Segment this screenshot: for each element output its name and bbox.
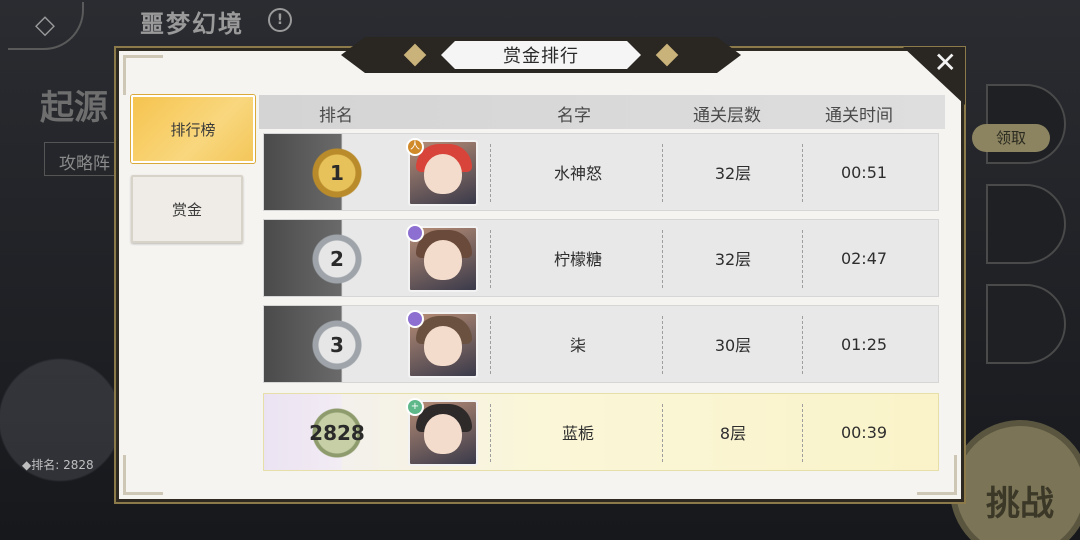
avatar[interactable]: + (406, 398, 478, 466)
side-tab-3[interactable] (986, 284, 1066, 364)
divider (662, 404, 663, 462)
rank-number: 2 (330, 247, 344, 271)
divider (662, 316, 663, 374)
divider (802, 144, 803, 202)
floors-cleared: 32层 (714, 250, 752, 269)
side-tab-2[interactable] (986, 184, 1066, 264)
avatar-face (424, 240, 462, 280)
rank-row[interactable]: 1 人 水神怒 32层 00:51 (263, 133, 939, 211)
diamond-icon (403, 43, 427, 67)
rank-badge-icon: 2828 (306, 402, 368, 464)
player-name: 蓝栀 (561, 424, 594, 443)
header-name: 名字 (557, 106, 591, 126)
challenge-button[interactable]: 挑战 (950, 420, 1080, 540)
divider (490, 404, 491, 462)
floors-cleared: 8层 (719, 424, 747, 443)
player-name: 水神怒 (553, 164, 602, 183)
avatar[interactable] (406, 310, 478, 378)
floors-cleared: 32层 (714, 164, 752, 183)
divider (662, 230, 663, 288)
back-arrow-icon: ◇ (35, 10, 55, 40)
back-button[interactable]: ◇ (8, 2, 84, 50)
divider (802, 404, 803, 462)
diamond-icon (655, 43, 679, 67)
divider (802, 230, 803, 288)
tab-leaderboard[interactable]: 排行榜 (131, 95, 255, 163)
stage-title: 噩梦幻境 (140, 10, 244, 38)
player-name: 柒 (569, 336, 586, 355)
rank-row[interactable]: 2 柠檬糖 32层 02:47 (263, 219, 939, 297)
header-floors: 通关层数 (693, 106, 761, 126)
floors-cleared: 30层 (714, 336, 752, 355)
info-icon[interactable]: ! (268, 8, 292, 32)
tab-bounty[interactable]: 赏金 (131, 175, 243, 243)
tab-label: 赏金 (171, 200, 202, 219)
class-icon: + (406, 398, 424, 416)
corner-deco (123, 55, 163, 95)
rank-number: 1 (330, 161, 344, 185)
corner-deco (123, 455, 163, 495)
player-name: 柠檬糖 (553, 250, 602, 269)
avatar[interactable] (406, 224, 478, 292)
header-time: 通关时间 (825, 106, 893, 126)
avatar-face (424, 414, 462, 454)
modal-title-bar: 赏金排行 (341, 37, 741, 73)
clear-time: 00:39 (840, 422, 888, 442)
class-icon (406, 310, 424, 328)
origin-label: 起源 (40, 88, 108, 128)
header-rank: 排名 (319, 106, 353, 126)
divider (662, 144, 663, 202)
bounty-ranking-modal: 赏金排行 ✕ 排行榜 赏金 排名 名字 通关层数 通关时间 1 人 水神怒 32… (116, 37, 965, 502)
clear-time: 02:47 (840, 248, 888, 268)
avatar-face (424, 326, 462, 366)
divider (490, 230, 491, 288)
rank-number: 3 (330, 333, 344, 357)
divider (802, 316, 803, 374)
rank-badge-icon: 3 (306, 314, 368, 376)
clear-time: 00:51 (840, 162, 888, 182)
rank-row[interactable]: 3 柒 30层 01:25 (263, 305, 939, 383)
table-header: 排名 名字 通关层数 通关时间 (259, 95, 945, 129)
class-icon: 人 (406, 138, 424, 156)
divider (490, 316, 491, 374)
rank-footer: ◆排名: 2828 (22, 458, 94, 472)
divider (490, 144, 491, 202)
modal-title: 赏金排行 (441, 41, 641, 69)
self-rank-row[interactable]: 2828 + 蓝栀 8层 00:39 (263, 393, 939, 471)
claim-button[interactable]: 领取 (972, 124, 1050, 152)
class-icon (406, 224, 424, 242)
rank-number: 2828 (309, 421, 365, 445)
avatar-face (424, 154, 462, 194)
clear-time: 01:25 (840, 334, 888, 354)
tab-label: 排行榜 (170, 120, 216, 139)
avatar[interactable]: 人 (406, 138, 478, 206)
rank-badge-icon: 1 (306, 142, 368, 204)
rank-badge-icon: 2 (306, 228, 368, 290)
